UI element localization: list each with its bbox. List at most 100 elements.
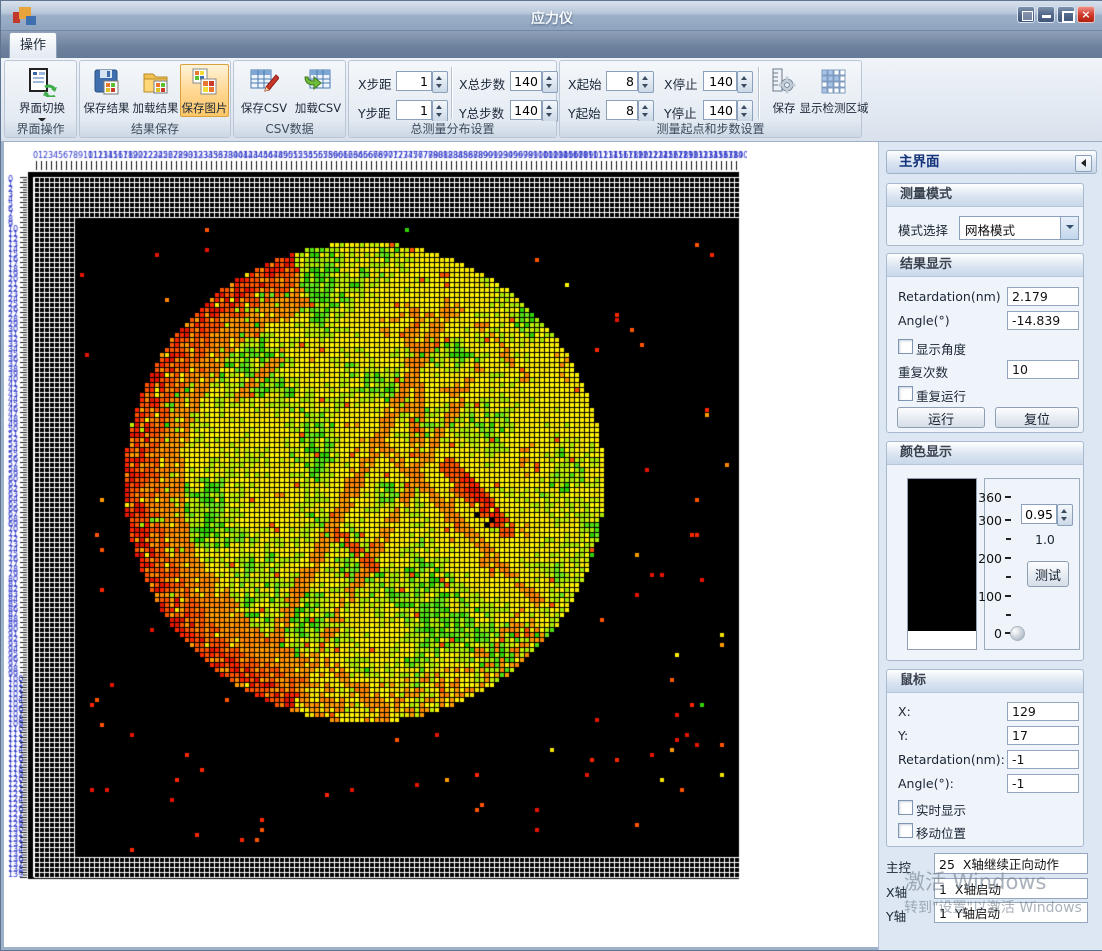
- move-position-checkbox[interactable]: [898, 823, 913, 838]
- chevron-down-icon: [1066, 225, 1074, 229]
- x-axis-status[interactable]: [934, 878, 1088, 899]
- color-legend-white-segment: [908, 631, 976, 649]
- color-display-header: 颜色显示: [887, 442, 1083, 465]
- x-total-label: X总步数: [459, 74, 505, 93]
- mouse-retardation-value[interactable]: [1007, 750, 1079, 769]
- maximize-button[interactable]: [1057, 6, 1075, 23]
- group-measure-mode: 测量模式 模式选择 网格模式: [886, 183, 1084, 246]
- spin-up-icon: [741, 105, 747, 109]
- move-position-label: 移动位置: [916, 823, 966, 842]
- y-step-input[interactable]: [396, 100, 432, 120]
- spin-up-icon: [642, 76, 648, 80]
- x-total-spin-buttons[interactable]: [542, 71, 558, 93]
- minimize-button[interactable]: [1037, 6, 1055, 23]
- x-step-spin-buttons[interactable]: [432, 71, 448, 93]
- y-step-spinner[interactable]: [396, 100, 446, 120]
- stress-heatmap[interactable]: [7, 148, 747, 884]
- load-csv-button[interactable]: 加载CSV: [291, 64, 345, 117]
- ratio-spinner[interactable]: [1021, 504, 1071, 524]
- maximize-icon: [1062, 11, 1075, 23]
- mouse-x-value[interactable]: [1007, 702, 1079, 721]
- angle-value[interactable]: [1007, 311, 1079, 330]
- spin-down-icon: [741, 113, 747, 117]
- switch-interface-button[interactable]: 界面切换: [11, 64, 73, 123]
- restore-down-button[interactable]: [1017, 6, 1035, 23]
- spin-up-icon: [642, 105, 648, 109]
- show-detect-area-button[interactable]: 显示检测区域: [806, 64, 862, 117]
- show-angle-checkbox[interactable]: [898, 339, 913, 354]
- image-palette-icon: [190, 67, 220, 97]
- reset-button[interactable]: 复位: [995, 407, 1079, 428]
- y-step-label: Y步距: [358, 103, 391, 122]
- load-result-button[interactable]: 加载结果: [131, 64, 180, 117]
- y-stop-spin-buttons[interactable]: [737, 100, 753, 122]
- x-stop-spinner[interactable]: [703, 71, 751, 91]
- mode-select-dropdown-button[interactable]: [1060, 217, 1078, 239]
- ratio-input[interactable]: [1021, 504, 1057, 524]
- y-total-input[interactable]: [510, 100, 542, 120]
- x-start-spin-buttons[interactable]: [638, 71, 654, 93]
- scale-label-100: 100: [972, 589, 1002, 604]
- chevron-left-icon: [1081, 159, 1086, 167]
- x-step-label: X步距: [358, 74, 392, 93]
- mode-select-combo[interactable]: 网格模式: [959, 216, 1079, 240]
- group-color-display: 颜色显示 360 300 200 100 0: [886, 441, 1084, 661]
- x-stop-input[interactable]: [703, 71, 737, 91]
- x-total-spinner[interactable]: [510, 71, 556, 91]
- repeat-run-label: 重复运行: [916, 386, 966, 405]
- retardation-value[interactable]: [1007, 287, 1079, 306]
- scale-slider-knob[interactable]: [1010, 626, 1025, 641]
- y-stop-spinner[interactable]: [703, 100, 751, 120]
- table-pen-icon: [249, 67, 279, 97]
- ratio-spin-buttons[interactable]: [1057, 504, 1073, 526]
- panel-collapse-button[interactable]: [1075, 155, 1092, 172]
- save-image-button[interactable]: 保存图片: [180, 64, 229, 117]
- ribbon: 界面切换 界面操作 保存结果: [1, 58, 1102, 142]
- spin-down-icon: [1061, 517, 1067, 521]
- x-stop-spin-buttons[interactable]: [737, 71, 753, 93]
- y-step-spin-buttons[interactable]: [432, 100, 448, 122]
- main-control-label: 主控: [886, 857, 911, 876]
- result-display-header: 结果显示: [887, 254, 1083, 277]
- run-button[interactable]: 运行: [897, 407, 985, 428]
- spin-up-icon: [546, 76, 552, 80]
- measure-mode-header: 测量模式: [887, 184, 1083, 207]
- color-scale-box: 360 300 200 100 0 1.0 测试: [984, 478, 1080, 650]
- ribbon-tabstrip: 操作: [1, 31, 1102, 58]
- title-bar[interactable]: 应力仪 ×: [1, 1, 1102, 31]
- save-result-button[interactable]: 保存结果: [82, 64, 131, 117]
- repeat-run-checkbox[interactable]: [898, 386, 913, 401]
- repeat-count-value[interactable]: [1007, 360, 1079, 379]
- y-total-spinner[interactable]: [510, 100, 556, 120]
- save-csv-button[interactable]: 保存CSV: [237, 64, 291, 117]
- save-result-label: 保存结果: [84, 100, 130, 116]
- x-total-input[interactable]: [510, 71, 542, 91]
- y-total-spin-buttons[interactable]: [542, 100, 558, 122]
- spin-down-icon: [436, 113, 442, 117]
- x-step-spinner[interactable]: [396, 71, 446, 91]
- plot-area: [7, 148, 747, 884]
- x-step-input[interactable]: [396, 71, 432, 91]
- y-axis-status[interactable]: [934, 902, 1088, 923]
- x-start-spinner[interactable]: [606, 71, 652, 91]
- table-import-icon: [303, 67, 333, 97]
- test-button[interactable]: 测试: [1027, 561, 1069, 587]
- ribbon-group-interface: 界面切换 界面操作: [4, 60, 77, 138]
- mouse-angle-value[interactable]: [1007, 774, 1079, 793]
- scale-label-200: 200: [972, 551, 1002, 566]
- y-start-spinner[interactable]: [606, 100, 652, 120]
- y-stop-input[interactable]: [703, 100, 737, 120]
- spin-down-icon: [546, 113, 552, 117]
- main-control-status[interactable]: [934, 853, 1088, 874]
- panel-title: 主界面: [886, 150, 1097, 174]
- scale-minor-tick: [1006, 576, 1011, 578]
- x-start-input[interactable]: [606, 71, 638, 91]
- ribbon-group-distribution: X步距 Y步距 X总步数 Y总步数 总测量分布设置: [348, 60, 557, 138]
- y-start-spin-buttons[interactable]: [638, 100, 654, 122]
- close-button[interactable]: ×: [1077, 6, 1095, 23]
- mouse-retardation-label: Retardation(nm):: [898, 752, 1005, 767]
- mouse-y-value[interactable]: [1007, 726, 1079, 745]
- realtime-display-checkbox[interactable]: [898, 800, 913, 815]
- y-start-input[interactable]: [606, 100, 638, 120]
- tab-operation[interactable]: 操作: [9, 32, 57, 58]
